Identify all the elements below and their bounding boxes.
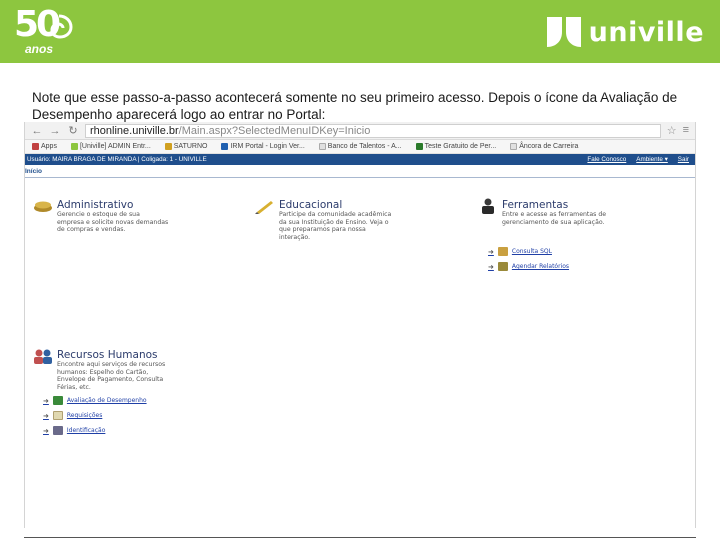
- module-title[interactable]: Administrativo: [57, 199, 133, 211]
- link-label[interactable]: Identificação: [67, 427, 106, 434]
- coins-icon: [34, 201, 52, 212]
- anniversary-logo: 50 anos: [14, 4, 78, 56]
- link-label[interactable]: Agendar Relatórios: [512, 263, 569, 270]
- apps-grid-icon: [32, 143, 39, 150]
- bookmark-item[interactable]: IRM Portal - Login Ver...: [216, 143, 309, 150]
- contact-link[interactable]: Fale Conosco: [587, 156, 626, 163]
- saturn-icon: [164, 143, 172, 150]
- univille-icon: [70, 143, 78, 150]
- portal-user-bar: Usuário: MAIRA BRAGA DE MIRANDA | Coliga…: [25, 154, 695, 165]
- bookmark-label: SATURNO: [173, 143, 208, 150]
- arrow-icon: ➜: [488, 262, 494, 271]
- swirl-icon: [50, 14, 73, 39]
- logout-link[interactable]: Sair: [678, 156, 689, 163]
- brand-name: univille: [588, 16, 704, 48]
- module-educacional[interactable]: Educacional Participe da comunidade acad…: [255, 198, 455, 246]
- module-description: Participe da comunidade acadêmica da sua…: [279, 211, 392, 241]
- star-icon[interactable]: ☆: [667, 124, 677, 137]
- module-recursos-humanos[interactable]: Recursos Humanos Encontre aqui serviços …: [33, 348, 233, 396]
- breadcrumb: Início: [25, 165, 695, 178]
- univille-logo: univille: [545, 12, 704, 52]
- link-consulta-sql[interactable]: ➜ Consulta SQL: [488, 247, 552, 256]
- people-icon: [34, 349, 52, 364]
- user-info: Usuário: MAIRA BRAGA DE MIRANDA | Coliga…: [27, 156, 207, 163]
- bookmark-label: Apps: [41, 143, 57, 150]
- bookmark-item[interactable]: Apps: [27, 143, 62, 150]
- link-agendar-relatorios[interactable]: ➜ Agendar Relatórios: [488, 262, 569, 271]
- reload-icon[interactable]: ↻: [67, 124, 79, 137]
- module-description: Gerencie o estoque de sua empresa e soli…: [57, 211, 169, 234]
- arrow-icon: ➜: [488, 247, 494, 256]
- arrow-icon: ➜: [43, 411, 49, 420]
- environment-menu[interactable]: Ambiente ▾: [636, 156, 668, 163]
- bookmark-item[interactable]: Teste Gratuito de Per...: [411, 143, 502, 150]
- menu-icon[interactable]: ≡: [683, 124, 689, 137]
- module-title[interactable]: Recursos Humanos: [57, 349, 158, 361]
- module-title[interactable]: Ferramentas: [502, 199, 568, 211]
- bookmark-label: Teste Gratuito de Per...: [424, 143, 497, 150]
- back-icon[interactable]: ←: [31, 125, 43, 137]
- bookmark-item[interactable]: Âncora de Carreira: [505, 143, 583, 150]
- schedule-report-icon: [497, 262, 508, 271]
- module-ferramentas[interactable]: Ferramentas Entre e acesse as ferramenta…: [478, 198, 688, 238]
- module-title[interactable]: Educacional: [279, 199, 342, 211]
- link-requisicoes[interactable]: ➜ Requisições: [43, 411, 102, 420]
- bookmarks-bar: Apps [Univille] ADMIN Entr... SATURNO IR…: [25, 140, 695, 154]
- link-identificacao[interactable]: ➜ Identificação: [43, 426, 105, 435]
- pencil-icon: [255, 201, 273, 214]
- header-bar: 50 anos univille: [0, 0, 720, 63]
- module-description: Entre e acesse as ferramentas de gerenci…: [502, 211, 607, 226]
- test-icon: [415, 143, 423, 150]
- document-icon: [510, 143, 518, 150]
- evaluation-icon: [52, 396, 63, 405]
- arrow-icon: ➜: [43, 426, 49, 435]
- arrow-icon: ➜: [43, 396, 49, 405]
- browser-screenshot: ← → ↻ rhonline.univille.br/Main.aspx?Sel…: [24, 122, 696, 528]
- link-label[interactable]: Consulta SQL: [512, 248, 552, 255]
- link-label[interactable]: Avaliação de Desempenho: [67, 397, 147, 404]
- url-host: rhonline.univille.br: [90, 124, 179, 137]
- bookmark-label: IRM Portal - Login Ver...: [230, 143, 305, 150]
- bookmark-label: Banco de Talentos - A...: [327, 143, 402, 150]
- anniversary-label: anos: [25, 42, 54, 56]
- module-administrativo[interactable]: Administrativo Gerencie o estoque de sua…: [33, 198, 233, 238]
- document-icon: [318, 143, 326, 150]
- forward-icon[interactable]: →: [49, 125, 61, 137]
- tools-person-icon: [482, 198, 494, 214]
- id-card-icon: [52, 426, 63, 435]
- requisition-icon: [52, 411, 63, 420]
- address-bar[interactable]: rhonline.univille.br/Main.aspx?SelectedM…: [85, 123, 661, 138]
- sql-query-icon: [497, 247, 508, 256]
- bookmark-label: Âncora de Carreira: [519, 143, 579, 150]
- link-label[interactable]: Requisições: [67, 412, 102, 419]
- bookmark-item[interactable]: [Univille] ADMIN Entr...: [66, 143, 156, 150]
- browser-toolbar: ← → ↻ rhonline.univille.br/Main.aspx?Sel…: [25, 122, 695, 140]
- url-path: /Main.aspx?SelectedMenuIDKey=Inicio: [178, 124, 371, 137]
- module-description: Encontre aqui serviços de recursos human…: [57, 361, 166, 391]
- univille-leaf-icon: [546, 17, 581, 47]
- bookmark-item[interactable]: SATURNO: [160, 143, 213, 150]
- link-avaliacao-desempenho[interactable]: ➜ Avaliação de Desempenho: [43, 396, 147, 405]
- bookmark-label: [Univille] ADMIN Entr...: [79, 143, 151, 150]
- bookmark-item[interactable]: Banco de Talentos - A...: [314, 143, 407, 150]
- irm-icon: [221, 143, 229, 150]
- intro-text: Note que esse passo-a-passo acontecerá s…: [32, 90, 678, 122]
- divider: [24, 537, 696, 538]
